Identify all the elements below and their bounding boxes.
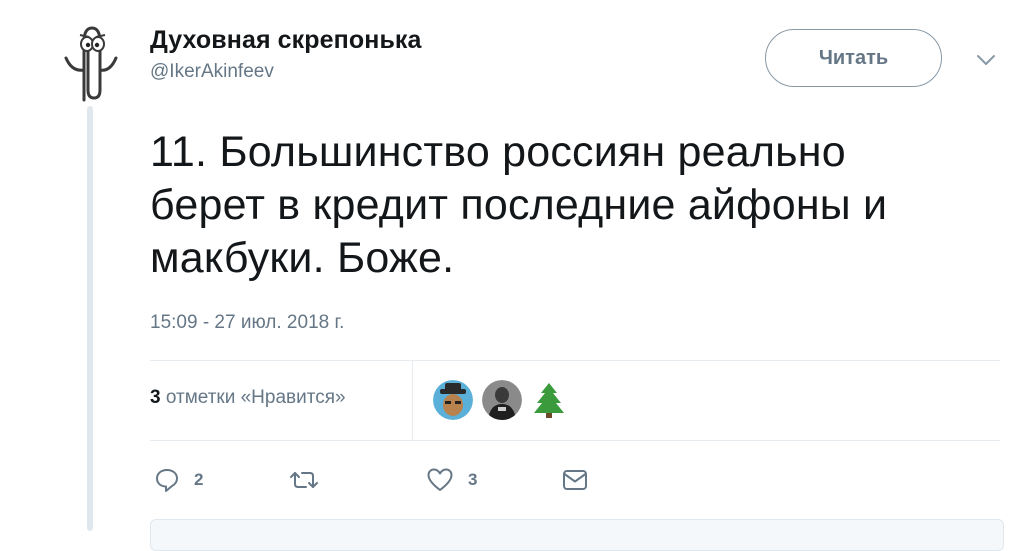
likes-count-link[interactable]: 3 отметки «Нравится» (150, 387, 346, 409)
more-options-button[interactable] (972, 48, 1000, 72)
liker-avatar-dark-person[interactable] (482, 380, 522, 420)
divider-bottom (150, 440, 1000, 441)
paperclip-avatar-icon (64, 26, 118, 102)
tweet-text: 11. Большинство россиян реально берет в … (150, 128, 888, 282)
direct-message-button[interactable] (562, 463, 588, 497)
follow-button[interactable]: Читать (765, 29, 942, 87)
author-display-name[interactable]: Духовная скрепонька (150, 26, 422, 55)
liker-avatar-hat-man[interactable] (433, 380, 473, 420)
reply-icon (156, 469, 178, 492)
like-button[interactable]: 3 (426, 463, 477, 497)
reply-count: 2 (194, 470, 204, 489)
author-avatar[interactable] (62, 20, 120, 106)
likes-count-label: отметки «Нравится» (160, 387, 346, 408)
tweet-header: Духовная скрепонька @IkerAkinfeev (150, 26, 422, 83)
author-handle[interactable]: @IkerAkinfeev (150, 61, 422, 83)
likes-count-number: 3 (150, 387, 161, 408)
tweet-stats: 3 отметки «Нравится» (150, 361, 1000, 440)
envelope-icon (563, 470, 587, 490)
like-count: 3 (468, 470, 478, 489)
reply-button[interactable]: 2 (154, 463, 203, 497)
christmas-tree-icon[interactable] (531, 380, 567, 420)
heart-icon (427, 468, 453, 491)
next-tweet-card (150, 519, 1004, 551)
tweet-timestamp[interactable]: 15:09 - 27 июл. 2018 г. (150, 312, 344, 334)
retweet-icon (290, 472, 318, 488)
thread-line (87, 106, 93, 531)
stats-separator (412, 361, 413, 440)
retweet-button[interactable] (287, 463, 335, 497)
chevron-down-icon (977, 55, 995, 65)
liker-avatars (433, 379, 567, 421)
